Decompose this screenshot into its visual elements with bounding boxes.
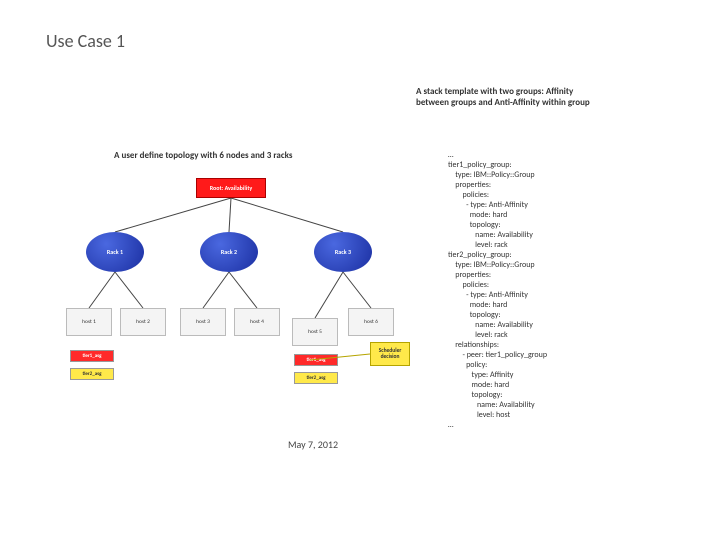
scheduler-decision-label: Scheduler decision [370, 342, 410, 366]
tier2-asg-left: tier2_asg [70, 368, 114, 380]
topology-caption: A user define topology with 6 nodes and … [114, 150, 292, 161]
topology-diagram: Root: Availability Rack 1 Rack 2 Rack 3 … [64, 170, 394, 410]
rack-node-3: Rack 3 [314, 232, 372, 272]
tier2-asg-right: tier2_asg [294, 372, 338, 384]
rack-node-1: Rack 1 [86, 232, 144, 272]
host-node-5: host 5 [292, 318, 338, 346]
host-node-4: host 4 [234, 308, 280, 336]
tier1-asg-right: tier1_asg [294, 354, 338, 366]
host-node-6: host 6 [348, 308, 394, 336]
root-node: Root: Availability [196, 178, 266, 198]
host-node-3: host 3 [180, 308, 226, 336]
tier1-asg-left: tier1_asg [70, 350, 114, 362]
slide-date: May 7, 2012 [288, 438, 338, 451]
host-node-2: host 2 [120, 308, 166, 336]
rack-node-2: Rack 2 [200, 232, 258, 272]
host-node-1: host 1 [66, 308, 112, 336]
slide-title: Use Case 1 [46, 30, 125, 52]
yaml-template: … tier1_policy_group: type: IBM::Policy:… [448, 150, 678, 430]
template-description: A stack template with two groups: Affini… [416, 86, 596, 109]
